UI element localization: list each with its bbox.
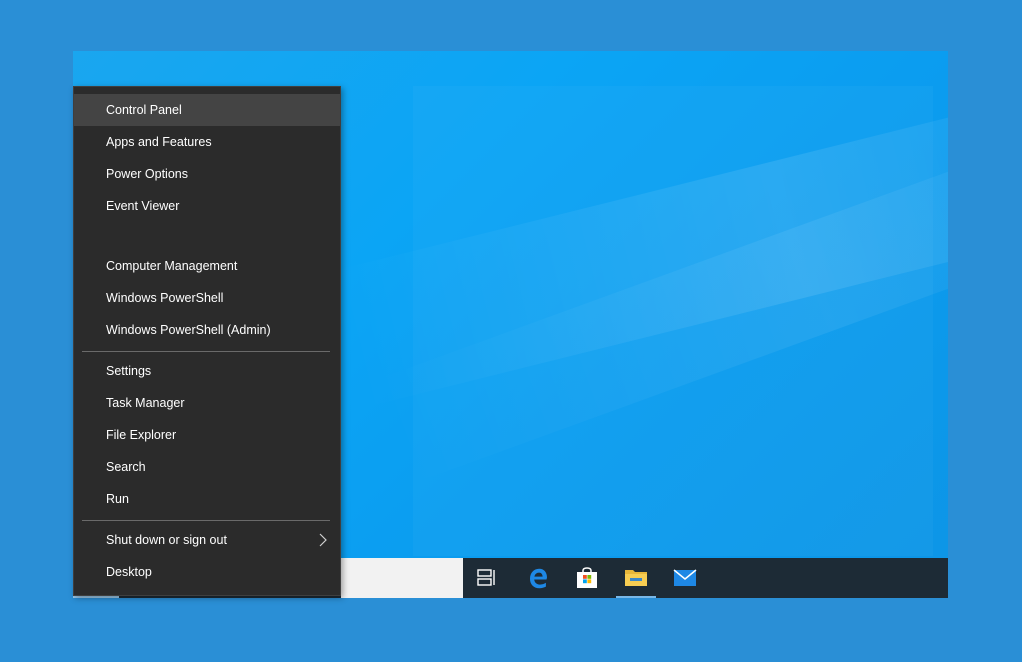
task-view-button[interactable]	[463, 558, 511, 598]
start-button-indicator	[73, 596, 119, 598]
edge-icon	[530, 568, 547, 589]
menu-item-label: Desktop	[106, 565, 152, 579]
store-icon	[577, 567, 597, 588]
chevron-right-icon	[319, 533, 327, 547]
menu-item-settings[interactable]: Settings	[74, 355, 340, 387]
menu-item-power-options[interactable]: Power Options	[74, 158, 340, 190]
menu-item-computer-management[interactable]: Computer Management	[74, 250, 340, 282]
menu-item-desktop[interactable]: Desktop	[74, 556, 340, 588]
menu-item-label: Windows PowerShell (Admin)	[106, 323, 271, 337]
mail-icon	[673, 569, 697, 586]
menu-item-file-explorer[interactable]: File Explorer	[74, 419, 340, 451]
menu-separator	[82, 520, 330, 521]
edge-button[interactable]	[514, 558, 562, 598]
task-view-icon	[477, 569, 495, 586]
menu-item-windows-powershell[interactable]: Windows PowerShell	[74, 282, 340, 314]
menu-item-label: Power Options	[106, 167, 188, 181]
menu-item-label: Search	[106, 460, 146, 474]
taskbar-search-box[interactable]	[341, 558, 463, 598]
menu-item-label: Windows PowerShell	[106, 291, 224, 305]
winx-context-menu: Control Panel Apps and Features Power Op…	[73, 86, 341, 596]
menu-item-label: Apps and Features	[106, 135, 212, 149]
menu-item-label: Computer Management	[106, 259, 238, 273]
menu-item-label: Run	[106, 492, 129, 506]
menu-item-search[interactable]: Search	[74, 451, 340, 483]
menu-item-apps-and-features[interactable]: Apps and Features	[74, 126, 340, 158]
menu-item-label: Settings	[106, 364, 152, 378]
file-explorer-icon	[625, 570, 647, 586]
menu-item-event-viewer[interactable]: Event Viewer	[74, 190, 340, 222]
menu-item-run[interactable]: Run	[74, 483, 340, 515]
file-explorer-button[interactable]	[612, 558, 660, 598]
menu-separator	[82, 351, 330, 352]
menu-item-control-panel[interactable]: Control Panel	[74, 94, 340, 126]
menu-item-label: Control Panel	[106, 103, 182, 117]
menu-item-label: File Explorer	[106, 428, 177, 442]
menu-item-label: Event Viewer	[106, 199, 180, 213]
menu-item-label: Shut down or sign out	[106, 533, 227, 547]
menu-item-task-manager[interactable]: Task Manager	[74, 387, 340, 419]
mail-button[interactable]	[661, 558, 709, 598]
menu-item-label: Task Manager	[106, 396, 185, 410]
menu-item-shut-down-or-sign-out[interactable]: Shut down or sign out	[74, 524, 340, 556]
menu-item-windows-powershell-admin[interactable]: Windows PowerShell (Admin)	[74, 314, 340, 346]
store-button[interactable]	[563, 558, 611, 598]
